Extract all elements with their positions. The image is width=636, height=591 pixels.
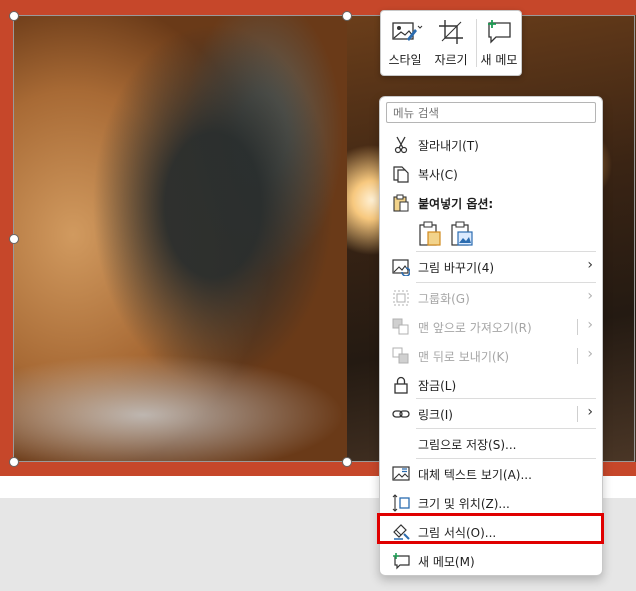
menu-item-new-comment[interactable]: 새 메모(M) bbox=[380, 546, 602, 575]
submenu-arrow-icon: › bbox=[587, 404, 593, 420]
lock-icon bbox=[394, 376, 408, 394]
submenu-arrow-icon: › bbox=[587, 346, 593, 362]
menu-item-cut[interactable]: 잘라내기(T) bbox=[380, 130, 602, 159]
menu-item-label: 링크(I) bbox=[418, 408, 453, 422]
size-position-icon bbox=[392, 494, 410, 512]
menu-item-label: 붙여넣기 옵션: bbox=[418, 197, 494, 211]
menu-item-link[interactable]: 링크(I) › bbox=[380, 399, 602, 428]
split-divider bbox=[577, 348, 578, 364]
resize-handle-top-left[interactable] bbox=[9, 11, 19, 21]
resize-handle-top-middle[interactable] bbox=[342, 11, 352, 21]
menu-item-send-to-back: 맨 뒤로 보내기(K) › bbox=[380, 341, 602, 370]
menu-item-label: 그림 바꾸기(4) bbox=[418, 261, 495, 275]
submenu-arrow-icon: › bbox=[587, 288, 593, 304]
submenu-arrow-icon: › bbox=[587, 317, 593, 333]
new-comment-label: 새 메모 bbox=[480, 53, 518, 67]
paste-as-picture-icon[interactable] bbox=[450, 221, 474, 247]
group-icon bbox=[393, 290, 409, 306]
menu-item-label: 잠금(L) bbox=[418, 379, 457, 393]
toolbar-separator bbox=[476, 19, 477, 67]
change-picture-icon bbox=[392, 259, 410, 276]
menu-item-label: 복사(C) bbox=[418, 168, 458, 182]
paste-icon bbox=[393, 194, 409, 212]
menu-item-paste-options: 붙여넣기 옵션: bbox=[380, 188, 602, 217]
menu-item-group: 그룹화(G) › bbox=[380, 283, 602, 312]
menu-item-label: 맨 뒤로 보내기(K) bbox=[418, 350, 510, 364]
menu-item-format-picture[interactable]: 그림 서식(O)... bbox=[380, 517, 602, 546]
resize-handle-bottom-middle[interactable] bbox=[342, 457, 352, 467]
menu-item-copy[interactable]: 복사(C) bbox=[380, 159, 602, 188]
menu-item-label: 그림으로 저장(S)... bbox=[418, 438, 517, 452]
split-divider bbox=[577, 406, 578, 422]
alt-text-icon bbox=[392, 466, 410, 481]
menu-item-label: 대체 텍스트 보기(A)... bbox=[418, 468, 532, 482]
menu-item-label: 크기 및 위치(Z)... bbox=[418, 497, 510, 511]
paste-keep-source-icon[interactable] bbox=[418, 221, 442, 247]
menu-item-size-position[interactable]: 크기 및 위치(Z)... bbox=[380, 488, 602, 517]
crop-icon bbox=[439, 20, 463, 44]
crop-label: 자르기 bbox=[434, 53, 468, 67]
menu-item-label: 잘라내기(T) bbox=[418, 139, 479, 153]
menu-item-alt-text[interactable]: 대체 텍스트 보기(A)... bbox=[380, 459, 602, 488]
menu-item-save-as-picture[interactable]: 그림으로 저장(S)... bbox=[380, 429, 602, 458]
format-picture-icon bbox=[393, 524, 410, 540]
menu-item-label: 새 메모(M) bbox=[418, 555, 475, 569]
crop-button[interactable]: 자르기 bbox=[431, 15, 471, 71]
new-comment-icon bbox=[488, 20, 511, 44]
submenu-arrow-icon: › bbox=[587, 257, 593, 273]
scissors-icon bbox=[394, 136, 408, 154]
menu-search-input[interactable] bbox=[386, 102, 596, 123]
menu-item-label: 맨 앞으로 가져오기(R) bbox=[418, 321, 532, 335]
mini-toolbar: 스타일 자르기 새 메모 bbox=[380, 10, 522, 76]
menu-item-label: 그림 서식(O)... bbox=[418, 526, 497, 540]
resize-handle-middle-left[interactable] bbox=[9, 234, 19, 244]
menu-item-change-picture[interactable]: 그림 바꾸기(4) › bbox=[380, 252, 602, 281]
resize-handle-bottom-left[interactable] bbox=[9, 457, 19, 467]
bring-to-front-icon bbox=[392, 318, 409, 335]
copy-icon bbox=[393, 166, 409, 183]
picture-style-icon bbox=[392, 22, 423, 41]
context-menu: 잘라내기(T) 복사(C) 붙여넣기 옵션: bbox=[379, 96, 603, 576]
selected-picture[interactable] bbox=[13, 15, 347, 462]
menu-item-label: 그룹화(G) bbox=[418, 292, 470, 306]
split-divider bbox=[577, 319, 578, 335]
send-to-back-icon bbox=[392, 347, 409, 364]
new-comment-icon bbox=[393, 553, 410, 570]
style-button[interactable]: 스타일 bbox=[385, 15, 425, 71]
menu-item-lock[interactable]: 잠금(L) bbox=[380, 370, 602, 399]
photo-mist bbox=[13, 355, 347, 462]
style-label: 스타일 bbox=[388, 53, 422, 67]
new-comment-button[interactable]: 새 메모 bbox=[478, 15, 520, 71]
link-icon bbox=[392, 410, 410, 418]
menu-item-bring-to-front: 맨 앞으로 가져오기(R) › bbox=[380, 312, 602, 341]
